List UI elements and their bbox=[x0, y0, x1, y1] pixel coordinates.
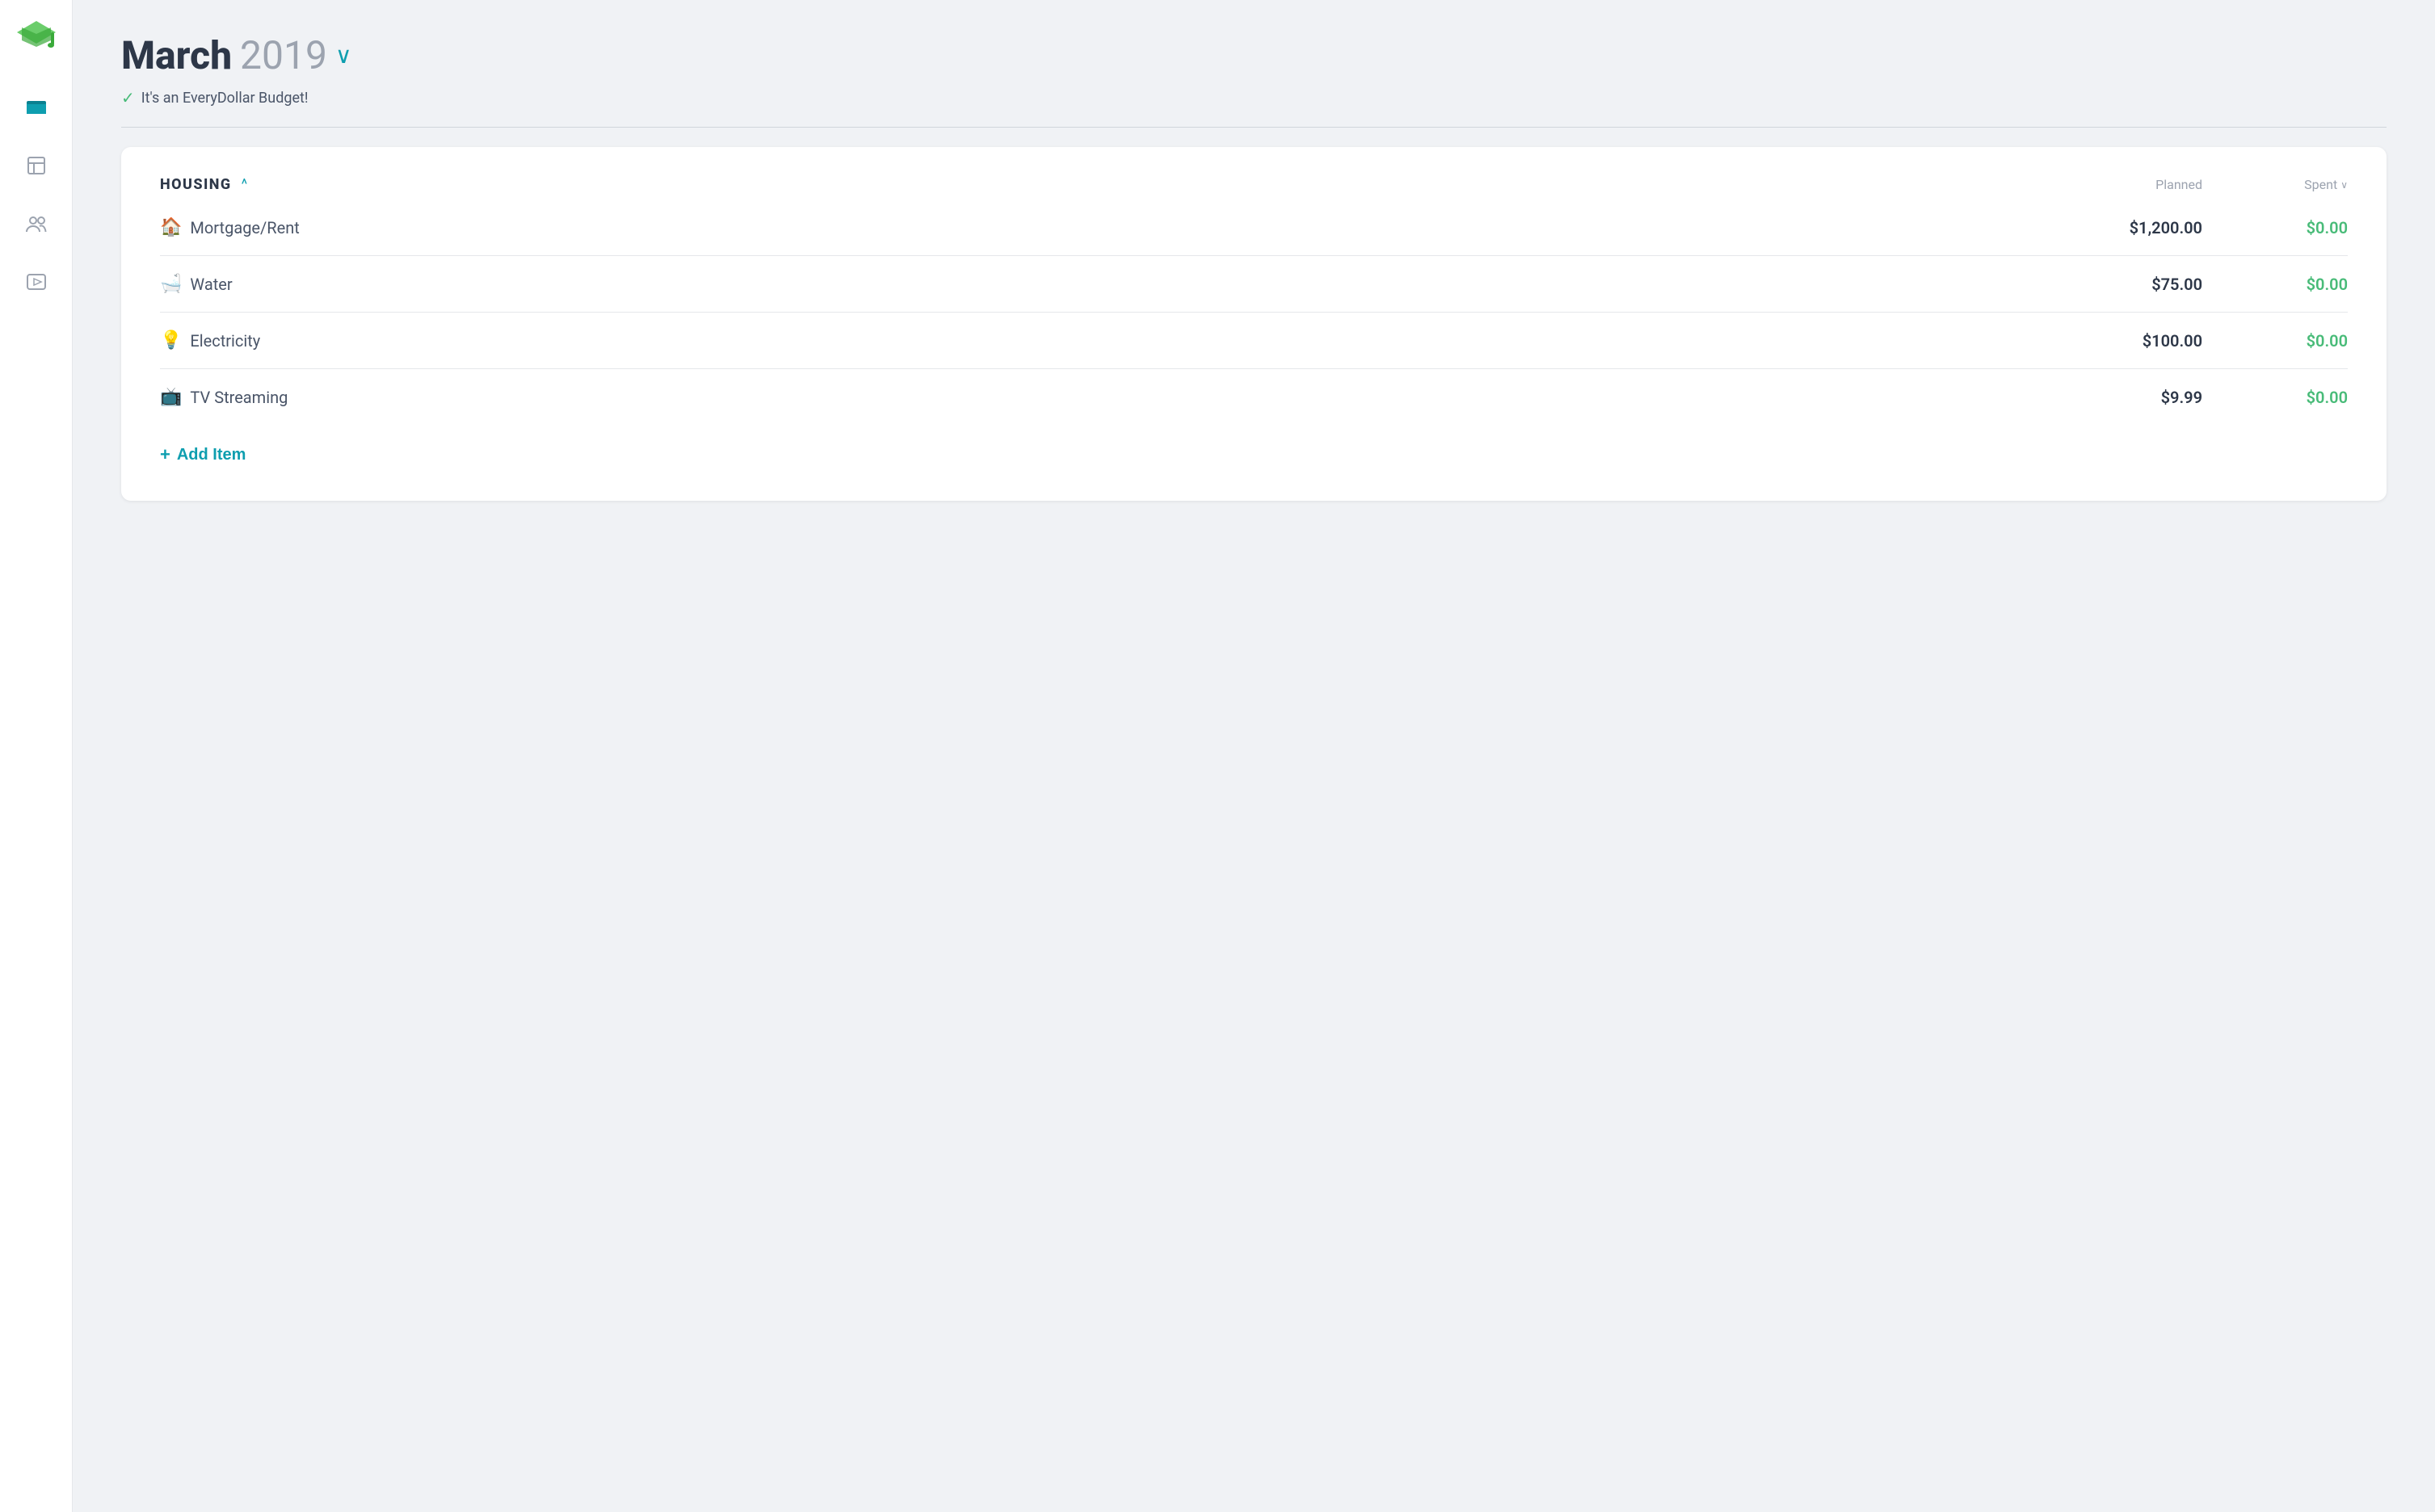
item-emoji: 🛁 bbox=[160, 274, 182, 294]
col-planned-header: Planned bbox=[2041, 177, 2202, 192]
item-label: 🛁 Water bbox=[160, 274, 2041, 294]
category-header: HOUSING ^ Planned Spent ∨ bbox=[160, 176, 2348, 193]
item-planned: $9.99 bbox=[2041, 388, 2202, 407]
item-spent: $0.00 bbox=[2202, 331, 2348, 351]
budget-item[interactable]: 📺 TV Streaming $9.99 $0.00 bbox=[160, 369, 2348, 425]
col-spent-header[interactable]: Spent ∨ bbox=[2202, 177, 2348, 192]
add-item-button[interactable]: + Add Item bbox=[160, 425, 246, 472]
spent-sort-chevron: ∨ bbox=[2340, 179, 2348, 191]
title-month: March bbox=[121, 32, 232, 78]
item-name: TV Streaming bbox=[190, 388, 288, 407]
budget-badge: ✓ It's an EveryDollar Budget! bbox=[121, 88, 2387, 107]
sidebar-item-users[interactable] bbox=[19, 207, 53, 241]
budget-item[interactable]: 🏠 Mortgage/Rent $1,200.00 $0.00 bbox=[160, 200, 2348, 256]
item-spent: $0.00 bbox=[2202, 218, 2348, 237]
collapse-icon[interactable]: ^ bbox=[242, 176, 248, 193]
category-name: HOUSING bbox=[160, 176, 232, 193]
item-name: Electricity bbox=[190, 331, 260, 351]
item-planned: $75.00 bbox=[2041, 275, 2202, 294]
add-item-label: Add Item bbox=[177, 446, 246, 464]
budget-card: HOUSING ^ Planned Spent ∨ 🏠 Mortgage/Ren… bbox=[121, 147, 2387, 501]
item-spent: $0.00 bbox=[2202, 388, 2348, 407]
item-emoji: 🏠 bbox=[160, 217, 182, 237]
badge-text: It's an EveryDollar Budget! bbox=[141, 90, 309, 107]
sidebar-item-budget[interactable] bbox=[19, 90, 53, 124]
app-logo[interactable] bbox=[15, 16, 57, 58]
item-emoji: 💡 bbox=[160, 330, 182, 351]
sidebar-item-box[interactable] bbox=[19, 149, 53, 183]
page-header: March 2019 ∨ ✓ It's an EveryDollar Budge… bbox=[121, 32, 2387, 107]
item-label: 📺 TV Streaming bbox=[160, 387, 2041, 407]
add-plus-icon: + bbox=[160, 444, 170, 465]
header-divider bbox=[121, 127, 2387, 128]
budget-items-list: 🏠 Mortgage/Rent $1,200.00 $0.00 🛁 Water … bbox=[160, 200, 2348, 425]
item-label: 🏠 Mortgage/Rent bbox=[160, 217, 2041, 237]
main-content: March 2019 ∨ ✓ It's an EveryDollar Budge… bbox=[73, 0, 2435, 1512]
item-label: 💡 Electricity bbox=[160, 330, 2041, 351]
month-picker-chevron[interactable]: ∨ bbox=[335, 42, 352, 69]
budget-item[interactable]: 🛁 Water $75.00 $0.00 bbox=[160, 256, 2348, 313]
page-title: March 2019 ∨ bbox=[121, 32, 2387, 78]
item-planned: $1,200.00 bbox=[2041, 218, 2202, 237]
item-name: Water bbox=[190, 275, 232, 294]
sidebar bbox=[0, 0, 73, 1512]
item-name: Mortgage/Rent bbox=[190, 218, 299, 237]
item-emoji: 📺 bbox=[160, 387, 182, 407]
col-spent-label: Spent bbox=[2304, 177, 2337, 192]
title-year: 2019 bbox=[240, 32, 327, 78]
item-spent: $0.00 bbox=[2202, 275, 2348, 294]
check-icon: ✓ bbox=[121, 88, 135, 107]
budget-item[interactable]: 💡 Electricity $100.00 $0.00 bbox=[160, 313, 2348, 369]
category-title-area: HOUSING ^ bbox=[160, 176, 2041, 193]
sidebar-item-video[interactable] bbox=[19, 265, 53, 299]
item-planned: $100.00 bbox=[2041, 331, 2202, 351]
